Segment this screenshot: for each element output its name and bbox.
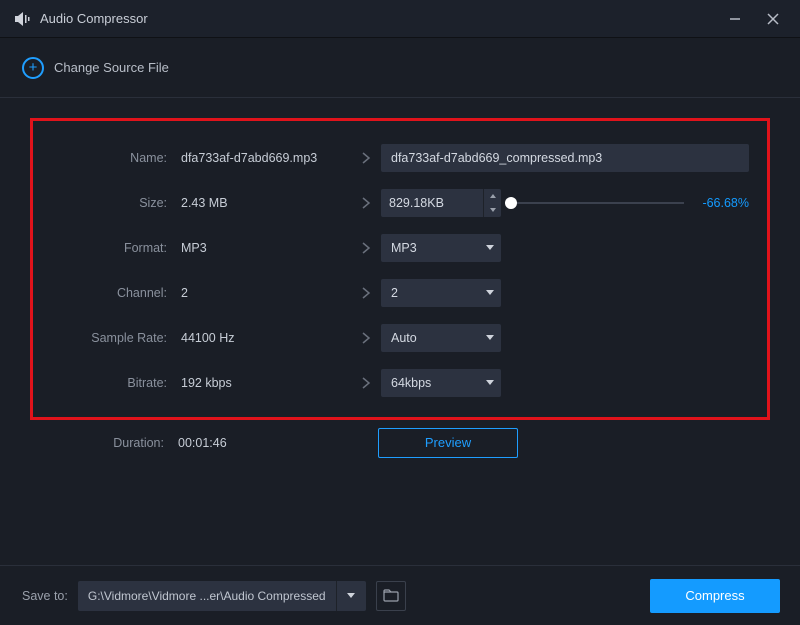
arrow-icon <box>351 196 381 210</box>
target-size-value: 829.18KB <box>381 196 483 210</box>
source-size: 2.43 MB <box>181 196 351 210</box>
open-folder-button[interactable] <box>376 581 406 611</box>
bitrate-select[interactable]: 64kbps <box>381 369 501 397</box>
folder-icon <box>383 589 399 603</box>
source-name: dfa733af-d7abd669.mp3 <box>181 151 351 165</box>
channel-select-value: 2 <box>391 286 485 300</box>
size-step-up[interactable] <box>484 189 501 203</box>
sample-rate-select-value: Auto <box>391 331 485 345</box>
highlighted-settings-box: Name: dfa733af-d7abd669.mp3 Size: 2.43 M… <box>30 118 770 420</box>
plus-icon: + <box>22 57 44 79</box>
row-format: Format: MP3 MP3 <box>51 225 749 270</box>
save-to-label: Save to: <box>22 589 68 603</box>
arrow-icon <box>351 331 381 345</box>
row-channel: Channel: 2 2 <box>51 270 749 315</box>
size-step-down[interactable] <box>484 203 501 217</box>
target-size-stepper[interactable]: 829.18KB <box>381 189 501 217</box>
label-sample-rate: Sample Rate: <box>51 331 181 345</box>
label-size: Size: <box>51 196 181 210</box>
sample-rate-select[interactable]: Auto <box>381 324 501 352</box>
label-name: Name: <box>51 151 181 165</box>
close-button[interactable] <box>754 0 792 38</box>
row-sample-rate: Sample Rate: 44100 Hz Auto <box>51 315 749 360</box>
arrow-icon <box>351 376 381 390</box>
change-source-label: Change Source File <box>54 60 169 75</box>
arrow-icon <box>351 151 381 165</box>
save-path-value: G:\Vidmore\Vidmore ...er\Audio Compresse… <box>78 589 336 603</box>
format-select[interactable]: MP3 <box>381 234 501 262</box>
slider-thumb[interactable] <box>505 197 517 209</box>
source-channel: 2 <box>181 286 351 300</box>
footer: Save to: G:\Vidmore\Vidmore ...er\Audio … <box>0 565 800 625</box>
bitrate-select-value: 64kbps <box>391 376 485 390</box>
source-sample-rate: 44100 Hz <box>181 331 351 345</box>
app-icon <box>14 10 32 28</box>
chevron-down-icon <box>485 334 495 341</box>
duration-value: 00:01:46 <box>178 436 348 450</box>
chevron-down-icon <box>485 289 495 296</box>
format-select-value: MP3 <box>391 241 485 255</box>
arrow-icon <box>351 286 381 300</box>
chevron-down-icon <box>485 379 495 386</box>
app-title: Audio Compressor <box>40 11 148 26</box>
arrow-icon <box>351 241 381 255</box>
titlebar: Audio Compressor <box>0 0 800 38</box>
size-slider[interactable] <box>511 202 684 204</box>
source-format: MP3 <box>181 241 351 255</box>
chevron-down-icon <box>485 244 495 251</box>
size-reduction-percent: -66.68% <box>702 196 749 210</box>
row-duration: Duration: 00:01:46 Preview <box>30 420 770 465</box>
save-path-dropdown[interactable] <box>336 581 366 611</box>
preview-button[interactable]: Preview <box>378 428 518 458</box>
save-path-select[interactable]: G:\Vidmore\Vidmore ...er\Audio Compresse… <box>78 581 366 611</box>
change-source-button[interactable]: + Change Source File <box>22 57 169 79</box>
toolbar: + Change Source File <box>0 38 800 98</box>
channel-select[interactable]: 2 <box>381 279 501 307</box>
row-bitrate: Bitrate: 192 kbps 64kbps <box>51 360 749 405</box>
target-name-input[interactable] <box>381 144 749 172</box>
row-name: Name: dfa733af-d7abd669.mp3 <box>51 135 749 180</box>
label-channel: Channel: <box>51 286 181 300</box>
compress-button[interactable]: Compress <box>650 579 780 613</box>
label-duration: Duration: <box>48 436 178 450</box>
label-format: Format: <box>51 241 181 255</box>
source-bitrate: 192 kbps <box>181 376 351 390</box>
row-size: Size: 2.43 MB 829.18KB -66. <box>51 180 749 225</box>
label-bitrate: Bitrate: <box>51 376 181 390</box>
minimize-button[interactable] <box>716 0 754 38</box>
